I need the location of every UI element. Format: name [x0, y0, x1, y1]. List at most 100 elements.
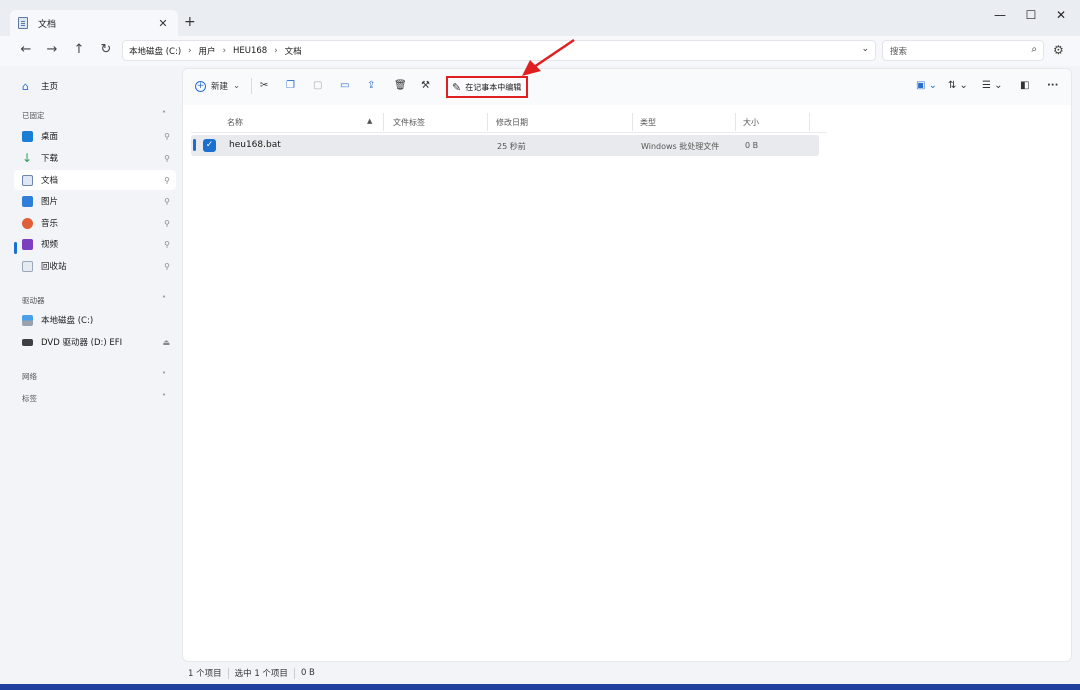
file-name[interactable]: heu168.bat — [229, 140, 281, 150]
header-divider — [191, 132, 827, 133]
file-modified: 25 秒前 — [497, 142, 526, 151]
minimize-button[interactable]: — — [985, 8, 1015, 22]
chevron-down-icon: ⌄ — [233, 81, 241, 91]
copy-icon[interactable]: ❐ — [286, 80, 295, 91]
edit-in-notepad-button[interactable]: ✎ 在记事本中编辑 — [446, 76, 528, 98]
new-button[interactable]: + 新建 ⌄ — [195, 80, 240, 92]
column-header-size[interactable]: 大小 — [743, 117, 759, 128]
tab-close-button[interactable]: ✕ — [156, 17, 170, 30]
breadcrumb-item[interactable]: 本地磁盘 (C:) — [129, 45, 181, 57]
breadcrumb-item[interactable]: HEU168 — [233, 46, 267, 56]
column-header-tag[interactable]: 文件标签 — [393, 117, 425, 128]
network-section-header[interactable]: 网络 ˅ — [22, 371, 166, 382]
sidebar-item-label: 主页 — [41, 82, 59, 92]
sidebar-item-home[interactable]: ⌂ 主页 — [14, 76, 176, 96]
gear-icon[interactable]: ⚙ — [1053, 43, 1064, 57]
select-icon[interactable]: ▣ ⌄ — [916, 80, 937, 91]
table-row[interactable]: ✓ heu168.bat 25 秒前 Windows 批处理文件 0 B — [191, 135, 819, 156]
section-label: 驱动器 — [22, 296, 45, 305]
search-input[interactable]: 搜索 ⌕ — [882, 40, 1044, 61]
back-button[interactable]: ← — [16, 42, 36, 57]
new-label: 新建 — [211, 82, 229, 92]
chevron-down-icon[interactable]: ⌄ — [861, 44, 869, 54]
recycle-bin-icon — [22, 260, 33, 272]
preview-pane-icon[interactable]: ◧ — [1020, 80, 1029, 91]
close-window-button[interactable]: ✕ — [1046, 8, 1076, 22]
forward-button[interactable]: → — [42, 42, 62, 57]
sidebar-item-music[interactable]: 音乐 ⚲ — [14, 213, 176, 233]
tab-documents[interactable]: 文档 ✕ — [10, 10, 178, 36]
rename-icon[interactable]: ▭ — [340, 80, 349, 91]
column-divider[interactable] — [809, 113, 810, 131]
sidebar-item-desktop[interactable]: 桌面 ⚲ — [14, 126, 176, 146]
sidebar: ⌂ 主页 已固定 ˄ 桌面 ⚲ ↓ 下载 ⚲ 文档 ⚲ 图片 ⚲ 音乐 ⚲ 视频… — [0, 66, 180, 684]
section-label: 网络 — [22, 372, 37, 381]
pin-icon[interactable]: ⚲ — [164, 197, 170, 206]
file-explorer-window: 文档 ✕ + — ☐ ✕ ← → ↑ ↻ 本地磁盘 (C:) › 用户 › HE… — [0, 0, 1080, 684]
sidebar-item-pictures[interactable]: 图片 ⚲ — [14, 191, 176, 211]
view-icon[interactable]: ☰ ⌄ — [982, 80, 1003, 91]
column-header-modified[interactable]: 修改日期 — [496, 117, 528, 128]
status-bar: 1 个项目 选中 1 个项目 0 B — [188, 667, 315, 679]
sidebar-item-label: 视频 — [41, 240, 59, 250]
sidebar-item-recycle-bin[interactable]: 回收站 ⚲ — [14, 256, 176, 276]
sidebar-item-documents[interactable]: 文档 ⚲ — [14, 170, 176, 190]
column-header-name[interactable]: 名称 — [227, 117, 243, 128]
sidebar-item-label: 桌面 — [41, 132, 59, 142]
sort-icon[interactable]: ⇅ ⌄ — [948, 80, 968, 91]
edit-in-notepad-label: 在记事本中编辑 — [465, 82, 522, 92]
new-tab-button[interactable]: + — [184, 14, 196, 30]
pin-icon[interactable]: ⚲ — [164, 176, 170, 185]
chevron-up-icon[interactable]: ˄ — [162, 110, 166, 119]
breadcrumb[interactable]: 本地磁盘 (C:) › 用户 › HEU168 › 文档 ⌄ — [122, 40, 876, 61]
pinned-section-header[interactable]: 已固定 ˄ — [22, 110, 166, 121]
plus-icon: + — [195, 80, 206, 92]
section-label: 标签 — [22, 394, 37, 403]
document-icon — [18, 17, 28, 29]
chevron-up-icon[interactable]: ˄ — [162, 295, 166, 304]
column-divider[interactable] — [735, 113, 736, 131]
status-item-count: 1 个项目 — [188, 669, 222, 679]
wrench-icon[interactable]: ⚒ — [421, 80, 430, 91]
share-icon[interactable]: ⇪ — [367, 80, 375, 91]
pictures-icon — [22, 195, 33, 207]
breadcrumb-item[interactable]: 文档 — [285, 45, 302, 57]
pin-icon[interactable]: ⚲ — [164, 219, 170, 228]
maximize-button[interactable]: ☐ — [1016, 8, 1046, 22]
chevron-down-icon[interactable]: ˅ — [162, 393, 166, 402]
tags-section-header[interactable]: 标签 ˅ — [22, 393, 166, 404]
eject-icon[interactable]: ⏏ — [162, 338, 170, 347]
status-size: 0 B — [300, 668, 315, 678]
sidebar-item-downloads[interactable]: ↓ 下载 ⚲ — [14, 148, 176, 168]
sidebar-item-dvd-drive[interactable]: DVD 驱动器 (D:) EFI ⏏ — [14, 332, 176, 352]
cut-icon[interactable]: ✂ — [260, 80, 268, 91]
more-options-icon[interactable]: ··· — [1047, 80, 1058, 91]
document-icon — [22, 174, 33, 186]
delete-icon[interactable]: 🗑 — [394, 80, 407, 91]
sidebar-item-videos[interactable]: 视频 ⚲ — [14, 234, 176, 254]
sidebar-item-local-disk[interactable]: 本地磁盘 (C:) — [14, 310, 176, 330]
sort-ascending-icon: ▲ — [367, 117, 373, 125]
row-checkbox[interactable]: ✓ — [203, 139, 216, 152]
column-divider[interactable] — [383, 113, 384, 131]
column-header-type[interactable]: 类型 — [640, 117, 656, 128]
pin-icon[interactable]: ⚲ — [164, 154, 170, 163]
pin-icon[interactable]: ⚲ — [164, 132, 170, 141]
chevron-down-icon[interactable]: ˅ — [162, 371, 166, 380]
up-button[interactable]: ↑ — [69, 42, 89, 57]
refresh-button[interactable]: ↻ — [96, 42, 116, 57]
column-divider[interactable] — [487, 113, 488, 131]
column-divider[interactable] — [632, 113, 633, 131]
sidebar-item-label: 音乐 — [41, 219, 59, 229]
selection-indicator — [193, 139, 196, 151]
search-placeholder: 搜索 — [890, 46, 908, 57]
search-icon[interactable]: ⌕ — [1031, 44, 1037, 55]
home-icon: ⌂ — [22, 79, 29, 93]
pin-icon[interactable]: ⚲ — [164, 262, 170, 271]
pencil-icon: ✎ — [452, 80, 462, 94]
sidebar-item-label: DVD 驱动器 (D:) EFI — [41, 338, 123, 348]
breadcrumb-item[interactable]: 用户 — [199, 45, 216, 57]
file-type: Windows 批处理文件 — [641, 142, 720, 151]
pin-icon[interactable]: ⚲ — [164, 240, 170, 249]
drives-section-header[interactable]: 驱动器 ˄ — [22, 295, 166, 306]
